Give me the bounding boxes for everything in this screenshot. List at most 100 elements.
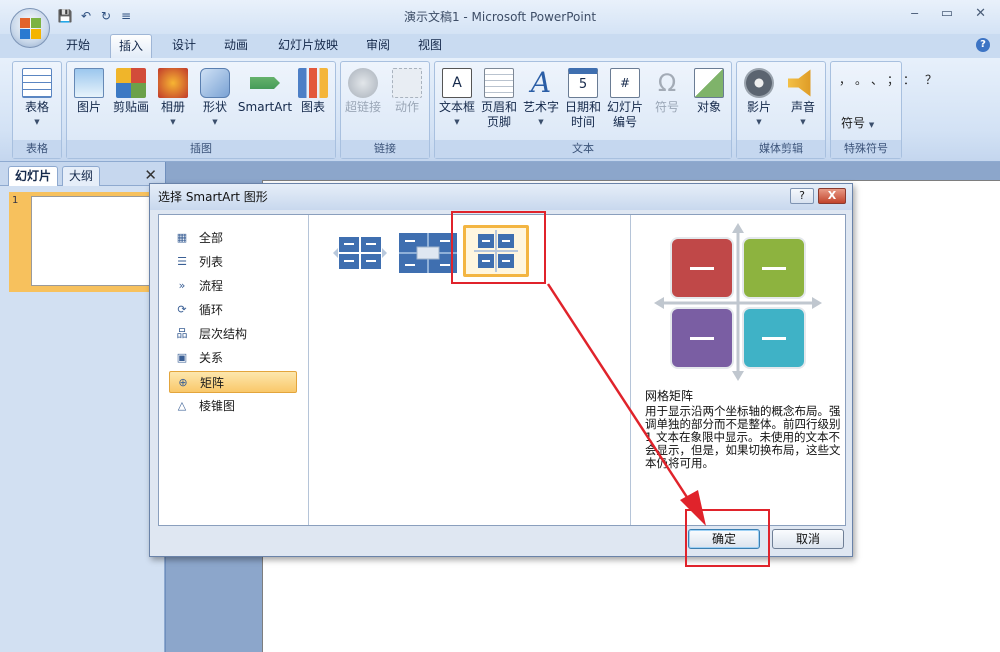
chart-button[interactable]: 图表 (293, 66, 333, 115)
hierarchy-icon: 品 (176, 327, 188, 340)
movie-button[interactable]: 影片 ▼ (739, 66, 779, 130)
datetime-button[interactable]: 5 日期和 时间 (563, 66, 603, 130)
office-button[interactable] (10, 8, 50, 48)
action-label: 动作 (394, 100, 419, 114)
table-button[interactable]: 表格 ▼ (17, 66, 57, 130)
chart-label: 图表 (300, 100, 325, 114)
slide-number: 1 (12, 195, 19, 206)
chevron-down-icon: ▼ (454, 118, 460, 126)
calendar-icon: 5 (568, 68, 598, 98)
category-process[interactable]: » 流程 (169, 275, 297, 297)
hyperlink-label: 超链接 (344, 100, 381, 114)
window-title: 演示文稿1 - Microsoft PowerPoint (403, 10, 597, 24)
category-label: 列表 (199, 255, 224, 269)
help-icon[interactable]: ? (976, 38, 990, 52)
restore-button[interactable]: ▭ (941, 6, 953, 21)
slides-panel: 幻灯片 大纲 ✕ 1 (0, 162, 165, 652)
sound-label: 声音 (790, 100, 815, 114)
slide-thumbnail[interactable] (31, 196, 161, 286)
symbol-label: 符号 (654, 100, 679, 114)
category-relationship[interactable]: ▣ 关系 (169, 347, 297, 369)
close-button[interactable]: ✕ (975, 6, 986, 21)
cancel-button[interactable]: 取消 (772, 529, 844, 549)
category-label: 流程 (199, 279, 224, 293)
group-links: 超链接 动作 链接 (340, 61, 430, 159)
title-bar: 💾 ↶ ↻ ≡ 演示文稿1 - Microsoft PowerPoint ‒ ▭… (0, 0, 1000, 34)
group-label-illustrations: 插图 (67, 140, 335, 158)
group-media: 影片 ▼ 声音 ▼ 媒体剪辑 (736, 61, 826, 159)
object-button[interactable]: 对象 (689, 66, 729, 115)
slide-number-button[interactable]: # 幻灯片 编号 (605, 66, 645, 130)
preview-title: 网格矩阵 (645, 389, 694, 403)
category-label: 关系 (199, 351, 224, 365)
special-characters[interactable]: ，。、；：？ (839, 72, 937, 88)
hyperlink-button[interactable]: 超链接 (343, 66, 383, 115)
wordart-button[interactable]: A 艺术字 ▼ (521, 66, 561, 130)
window-controls: ‒ ▭ ✕ (911, 6, 986, 21)
pyramid-icon: △ (177, 399, 187, 412)
basic-matrix-icon (333, 237, 387, 269)
dialog-help-button[interactable]: ? (790, 188, 814, 204)
category-cycle[interactable]: ⟳ 循环 (169, 299, 297, 321)
chevron-down-icon: ▼ (800, 118, 806, 126)
category-hierarchy[interactable]: 品层次结构 (169, 323, 297, 345)
category-pyramid[interactable]: △ 棱锥图 (169, 395, 297, 417)
category-label: 矩阵 (200, 376, 225, 390)
category-label: 棱锥图 (199, 399, 236, 413)
chevron-down-icon: ▼ (212, 118, 218, 126)
tab-outline[interactable]: 大纲 (62, 166, 101, 186)
group-special-symbols: ，。、；：？ 符号 ▼ 特殊符号 (830, 61, 937, 159)
sound-button[interactable]: 声音 ▼ (783, 66, 823, 130)
panel-close-icon[interactable]: ✕ (144, 166, 157, 184)
highlight-box-layout (451, 211, 546, 284)
wordart-label: 艺术字 (522, 100, 559, 114)
object-label: 对象 (696, 100, 721, 114)
dialog-close-button[interactable]: X (818, 188, 846, 204)
omega-icon: Ω (657, 69, 677, 97)
object-icon (694, 68, 724, 98)
smartart-button[interactable]: SmartArt (237, 66, 293, 115)
header-footer-button[interactable]: 页眉和 页脚 (479, 66, 519, 130)
panel-tabs: 幻灯片 大纲 ✕ (0, 162, 165, 186)
special-symbol-button[interactable]: 符号 ▼ (841, 114, 874, 131)
group-text: A 文本框 ▼ 页眉和 页脚 A 艺术字 ▼ 5 日期和 时间 # 幻灯片 编号… (434, 61, 732, 159)
textbox-label: 文本框 (438, 100, 475, 114)
datetime-label-1: 日期和 (564, 100, 601, 114)
clipart-icon (116, 68, 146, 98)
relationship-icon: ▣ (176, 351, 188, 364)
clipart-label: 剪贴画 (112, 100, 149, 114)
slide-thumbnail-selected[interactable]: 1 (9, 192, 165, 292)
album-button[interactable]: 相册 ▼ (153, 66, 193, 130)
symbol-button[interactable]: Ω 符号 (647, 66, 687, 115)
category-all[interactable]: ▦ 全部 (169, 227, 297, 249)
tab-design[interactable]: 设计 (164, 34, 204, 58)
tab-insert[interactable]: 插入 (110, 34, 153, 58)
group-illustrations: 图片 剪贴画 相册 ▼ 形状 ▼ SmartArt 图表 插图 (66, 61, 336, 159)
ribbon-tabs: 开始 插入 设计 动画 幻灯片放映 审阅 视图 (0, 34, 1000, 58)
category-matrix[interactable]: ⊕ 矩阵 (169, 371, 297, 393)
tab-animation[interactable]: 动画 (216, 34, 256, 58)
category-label: 循环 (199, 303, 224, 317)
slide-number-icon: # (610, 68, 640, 98)
minimize-button[interactable]: ‒ (911, 6, 919, 21)
category-list-item[interactable]: ☰ 列表 (169, 251, 297, 273)
group-label-media: 媒体剪辑 (737, 140, 825, 158)
tab-home[interactable]: 开始 (58, 34, 98, 58)
picture-button[interactable]: 图片 (69, 66, 109, 115)
chevron-down-icon: ▼ (170, 118, 176, 126)
slide-number-label-1: 幻灯片 (606, 100, 643, 114)
process-icon: » (178, 279, 186, 292)
picture-icon (74, 68, 104, 98)
tab-view[interactable]: 视图 (410, 34, 450, 58)
tab-slides[interactable]: 幻灯片 (8, 166, 59, 186)
shapes-button[interactable]: 形状 ▼ (195, 66, 235, 130)
group-tables: 表格 ▼ 表格 (12, 61, 62, 159)
movie-label: 影片 (746, 100, 771, 114)
textbox-button[interactable]: A 文本框 ▼ (437, 66, 477, 130)
tab-review[interactable]: 审阅 (358, 34, 398, 58)
tab-slideshow[interactable]: 幻灯片放映 (270, 34, 346, 58)
table-icon (22, 68, 52, 98)
layout-basic-matrix[interactable] (327, 227, 393, 279)
clipart-button[interactable]: 剪贴画 (111, 66, 151, 115)
action-button[interactable]: 动作 (387, 66, 427, 115)
